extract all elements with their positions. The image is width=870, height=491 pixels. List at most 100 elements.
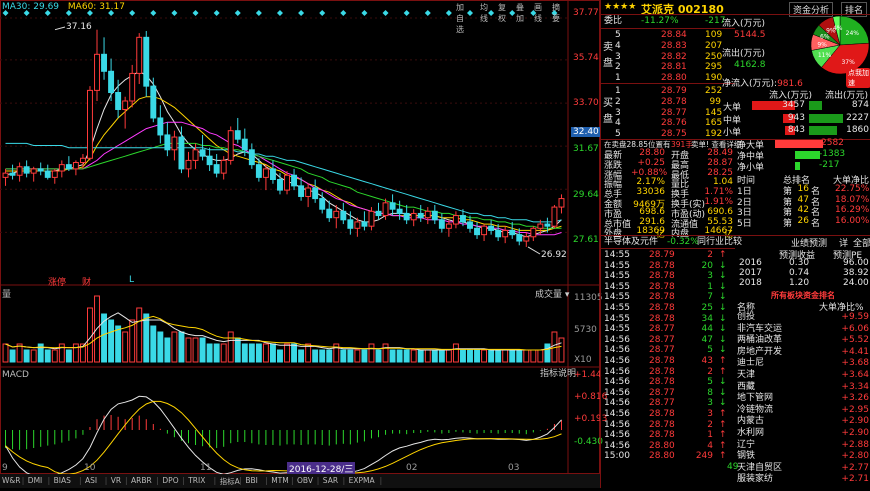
volume-bar [108,319,115,363]
tab-vr[interactable]: VR [111,476,121,485]
net-order-bar [795,162,800,170]
candle [269,168,276,180]
tab-sar[interactable]: SAR [323,476,338,485]
volume-axis-2: 5730 [574,325,597,335]
volume-bar [509,349,516,363]
candle [544,223,551,227]
eps-year: 2016 [739,258,762,268]
flow-row-in: 3457 [782,100,805,110]
draw-button[interactable]: 画线 [534,2,542,24]
volume-bar [438,349,445,363]
finance-marker[interactable]: 财 [82,275,91,288]
volume-menu-label: 成交量 [535,290,563,300]
candle [291,174,298,187]
stat-value: +0.88% [631,167,668,178]
candle [16,166,23,176]
tab-a[interactable]: 指标A [220,476,240,487]
candle [94,53,100,91]
stats-table: 最新 28.80 开盘 28.49 涨跌 +0.25 最高 28.87 涨幅 +0.88% 最低 28… [601,148,735,240]
chart-area[interactable]: MA30: 29.69 MA60: 31.17 加自选 均线 复权 叠加 画线 … [0,0,607,488]
tab-obv[interactable]: OBV [297,476,313,485]
candle [206,155,213,166]
candle [312,187,319,200]
info-marker [319,10,326,16]
candle [354,221,361,229]
rank-ratio: 16.29% [835,205,870,215]
candle [23,166,30,174]
candle [305,187,312,197]
candle [502,229,509,238]
volume-bar [467,349,473,363]
volume-bar [452,343,459,363]
sector-row[interactable]: 服装家纺 +2.71 [735,473,870,486]
kline-chart[interactable] [0,0,600,488]
flow-row-out: 2227 [846,112,869,123]
info-marker [150,10,157,16]
net-order-label: 净小单 [737,163,765,173]
volume-bar [192,337,199,363]
tab-dpo[interactable]: DPO [162,476,178,485]
limit-up-marker[interactable]: 涨停 [48,275,66,288]
x-label-2: 10 [84,463,96,473]
eps-pe: 24.00 [843,278,869,288]
volume-bar [199,337,206,363]
info-marker [340,10,347,16]
speedup-badge[interactable]: 点我加速 [846,68,870,88]
summary-button[interactable]: 摘要 [552,2,560,24]
trade-tick-row[interactable]: 15:00 28.80 249 ↑ [601,450,735,463]
volume-bar [389,349,396,363]
volume-bar [459,349,466,363]
net-order-value: -217 [819,160,840,170]
info-marker [361,10,368,16]
volume-bar [368,343,375,363]
overlay-button[interactable]: 叠加 [516,2,524,24]
volume-title: 量 [2,290,12,300]
volume-menu[interactable]: 成交量 ▾ [535,287,569,300]
fund-flow-pie[interactable]: 24%37%11%9%6%9%4% [809,14,870,76]
ma-button[interactable]: 均线 [480,2,488,24]
tab-separator: | [125,476,128,485]
stat-value2: 1.71% [704,187,733,198]
tab-wr[interactable]: W&R [2,476,20,485]
info-marker [298,10,305,16]
candle [558,198,565,208]
trade-ticks[interactable]: 14:55 28.79 2 ↑ 14:55 28.78 20 ↓ 14:55 28.78 3 ↓ 14:… [601,249,735,488]
tab-expma[interactable]: EXPMA [349,476,375,485]
rank-value: 26 [797,215,809,226]
event-l-marker[interactable]: L [129,275,134,285]
tab-trix[interactable]: TRIX [188,476,205,485]
net-order-bar [775,140,823,148]
volume-bar [495,349,502,363]
tab-separator: | [265,476,268,485]
sector-list[interactable]: 创投 +9.59 非汽车交运 +6.06 两桶油改革 +5.52 房地产开发 +4.41 迪士尼… [735,311,870,488]
info-marker [213,10,220,16]
tab-dmi[interactable]: DMI [28,476,42,485]
indicator-help-link[interactable]: 指标说明 [540,366,576,379]
candle [551,206,558,227]
volume-bar [122,331,129,363]
rank-value: 47 [797,194,809,205]
tab-bbi[interactable]: BBI [245,476,258,485]
rank-ratio: 18.07% [835,194,870,205]
volume-bar [213,343,220,363]
add-watchlist-button[interactable]: 加自选 [456,2,464,35]
pie-label: 37% [841,59,855,66]
candle [241,138,248,151]
tab-arbr[interactable]: ARBR [131,476,152,485]
tab-asi[interactable]: ASI [85,476,97,485]
high-pointer [54,26,66,31]
flow-out-label: 流出(万元) [722,49,766,59]
candle [495,229,502,238]
tab-bias[interactable]: BIAS [54,476,71,485]
candle [459,215,466,223]
candle [396,208,403,214]
tab-mtm[interactable]: MTM [271,476,289,485]
rank-prefix: 第 [783,218,793,229]
info-marker [403,10,410,16]
candle [452,215,459,225]
candle [488,225,495,231]
volume-bar [375,349,382,363]
net-orders: 净大单 2582 净中单 -1383 净小单 -217 [735,138,870,176]
adjust-button[interactable]: 复权 [498,2,506,24]
tab-separator: | [316,476,320,485]
